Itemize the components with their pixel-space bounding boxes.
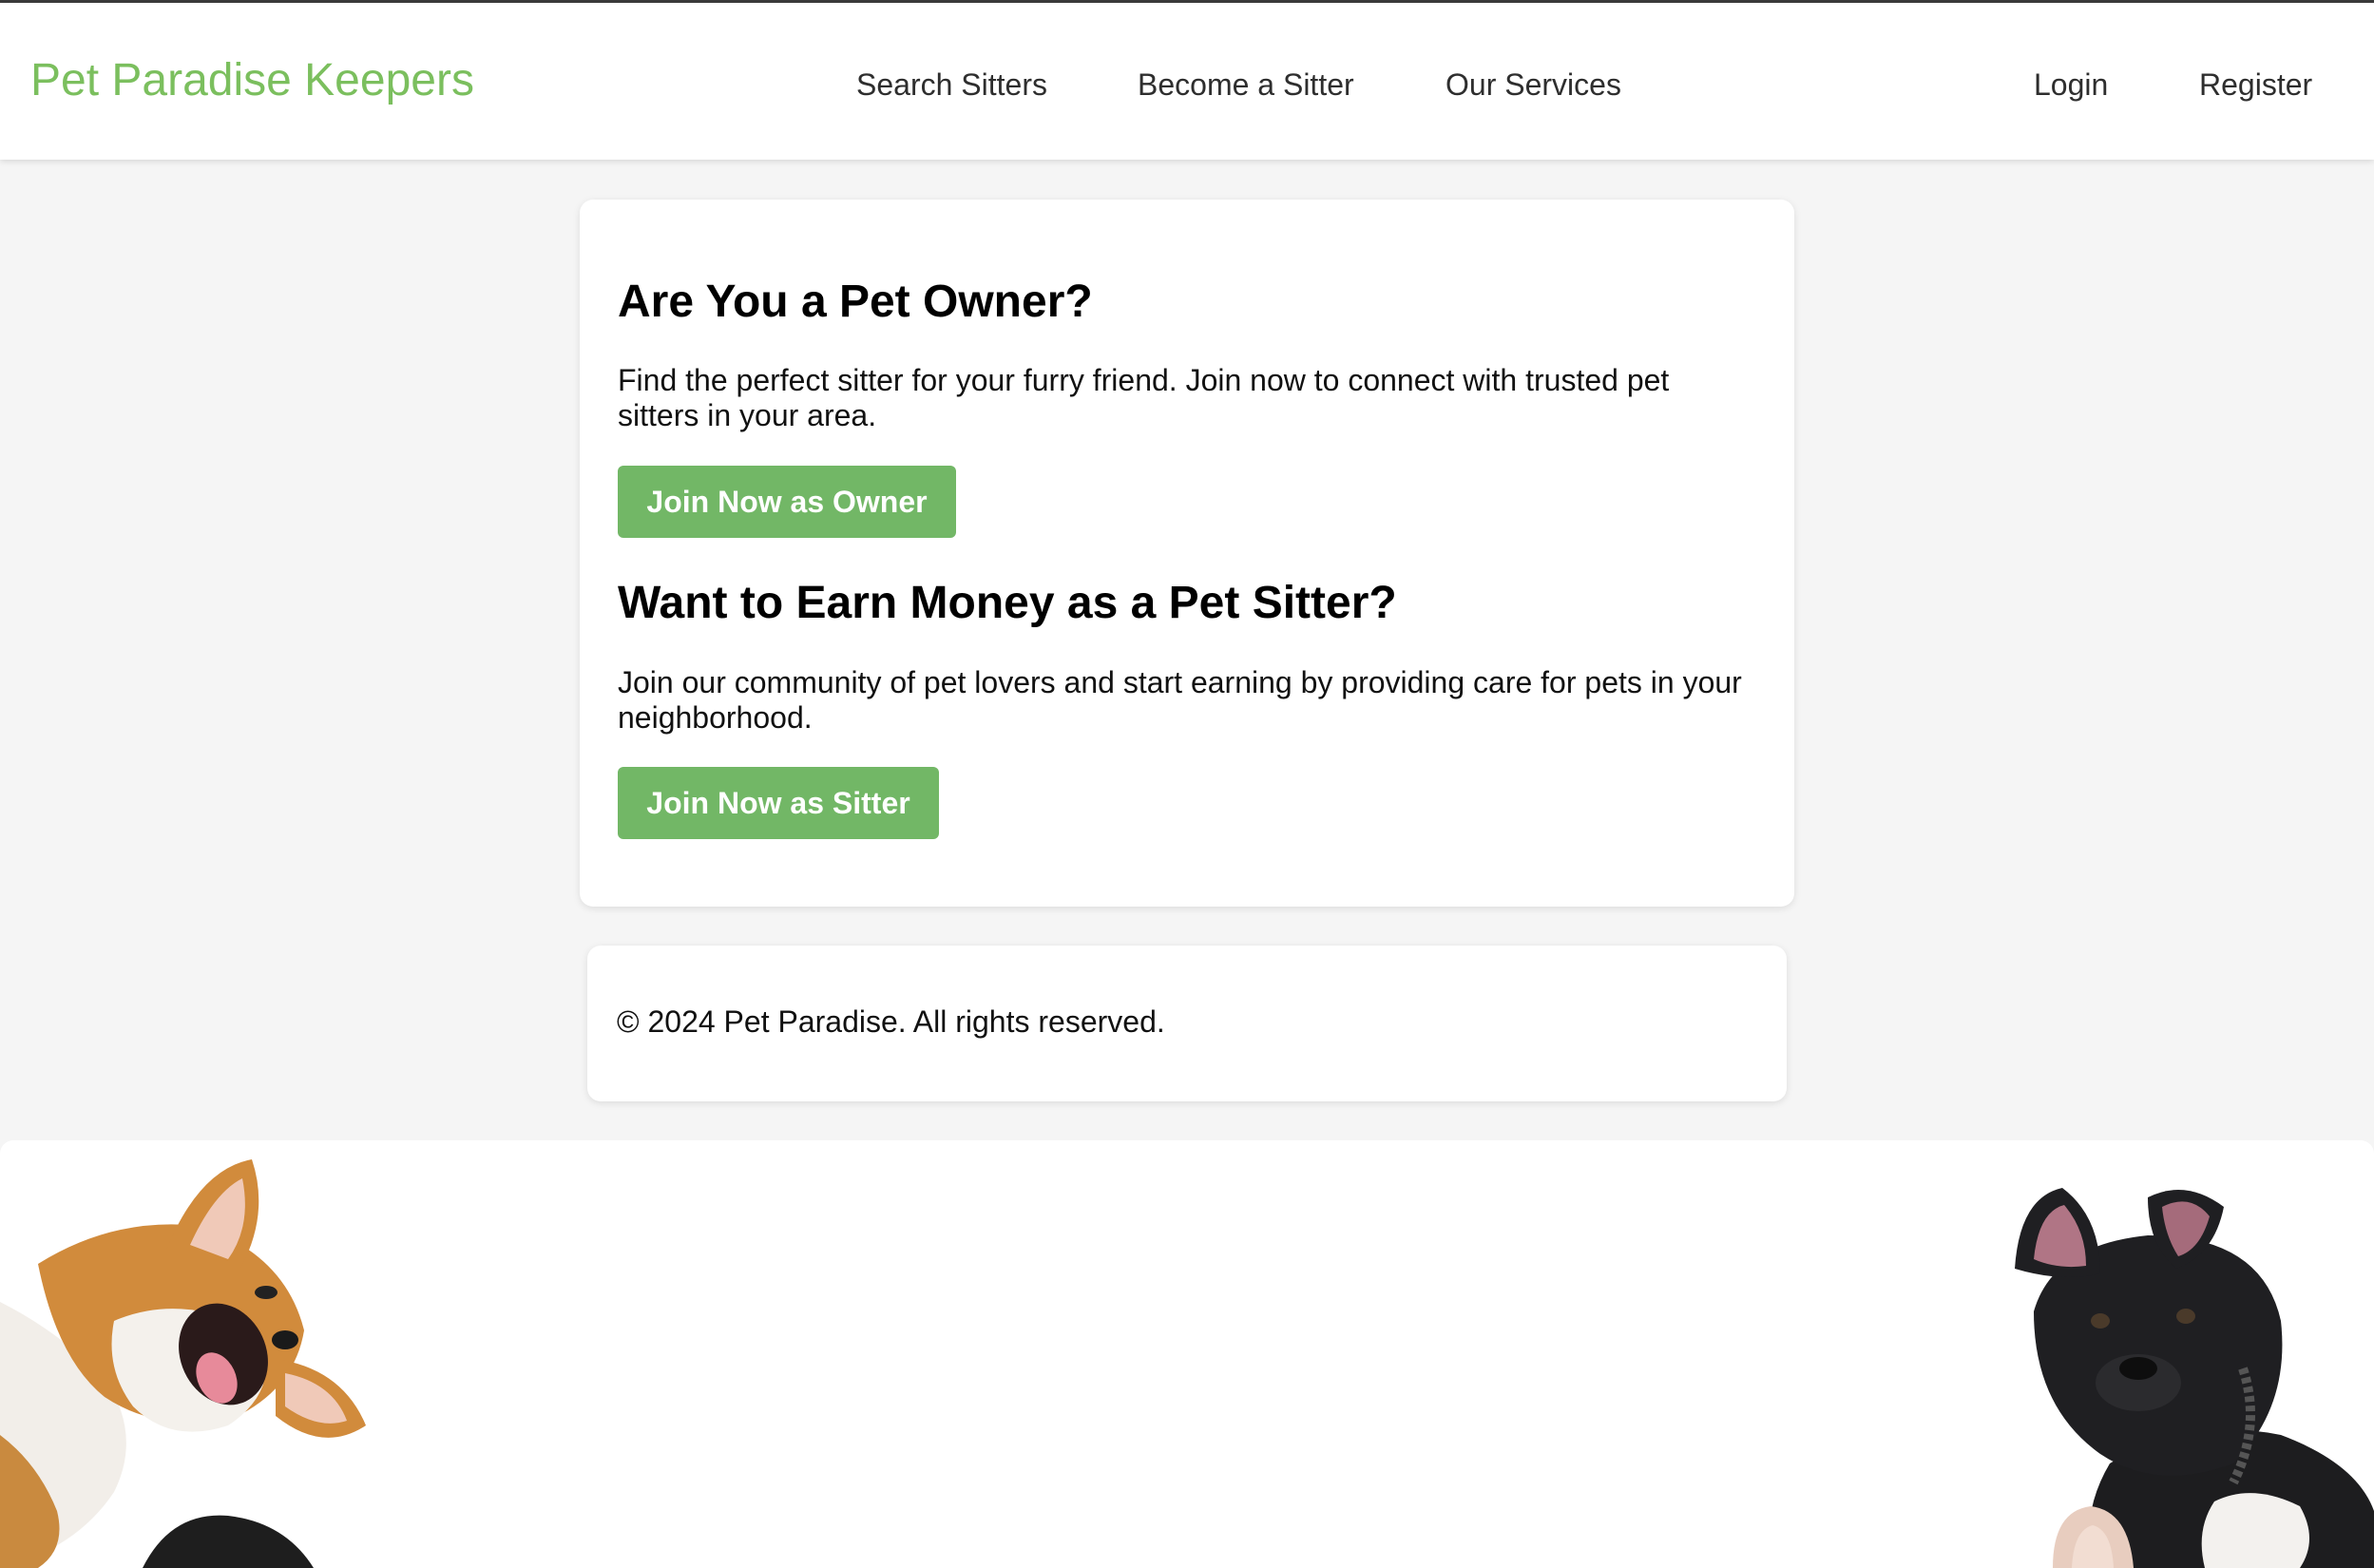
footer-card: © 2024 Pet Paradise. All rights reserved… [587, 946, 1787, 1101]
french-bulldog-image [2015, 1188, 2374, 1568]
join-sitter-button[interactable]: Join Now as Sitter [618, 767, 939, 839]
nav-search-sitters[interactable]: Search Sitters [856, 66, 1047, 104]
owner-description: Find the perfect sitter for your furry f… [618, 363, 1670, 432]
nav-register[interactable]: Register [2199, 66, 2312, 104]
join-owner-button[interactable]: Join Now as Owner [618, 466, 956, 538]
nav-become-sitter[interactable]: Become a Sitter [1138, 66, 1354, 104]
corgi-image [0, 1159, 366, 1568]
navbar: Pet Paradise Keepers Search Sitters Beco… [0, 3, 2374, 160]
nav-login[interactable]: Login [2034, 66, 2108, 104]
copyright-text: © 2024 Pet Paradise. All rights reserved… [617, 1004, 1165, 1039]
join-card: Are You a Pet Owner? Find the perfect si… [580, 200, 1794, 907]
sitter-heading: Want to Earn Money as a Pet Sitter? [618, 578, 1397, 628]
nav-our-services[interactable]: Our Services [1445, 66, 1621, 104]
sitter-description: Join our community of pet lovers and sta… [618, 665, 1742, 735]
owner-heading: Are You a Pet Owner? [618, 277, 1093, 327]
site-logo[interactable]: Pet Paradise Keepers [30, 52, 474, 109]
